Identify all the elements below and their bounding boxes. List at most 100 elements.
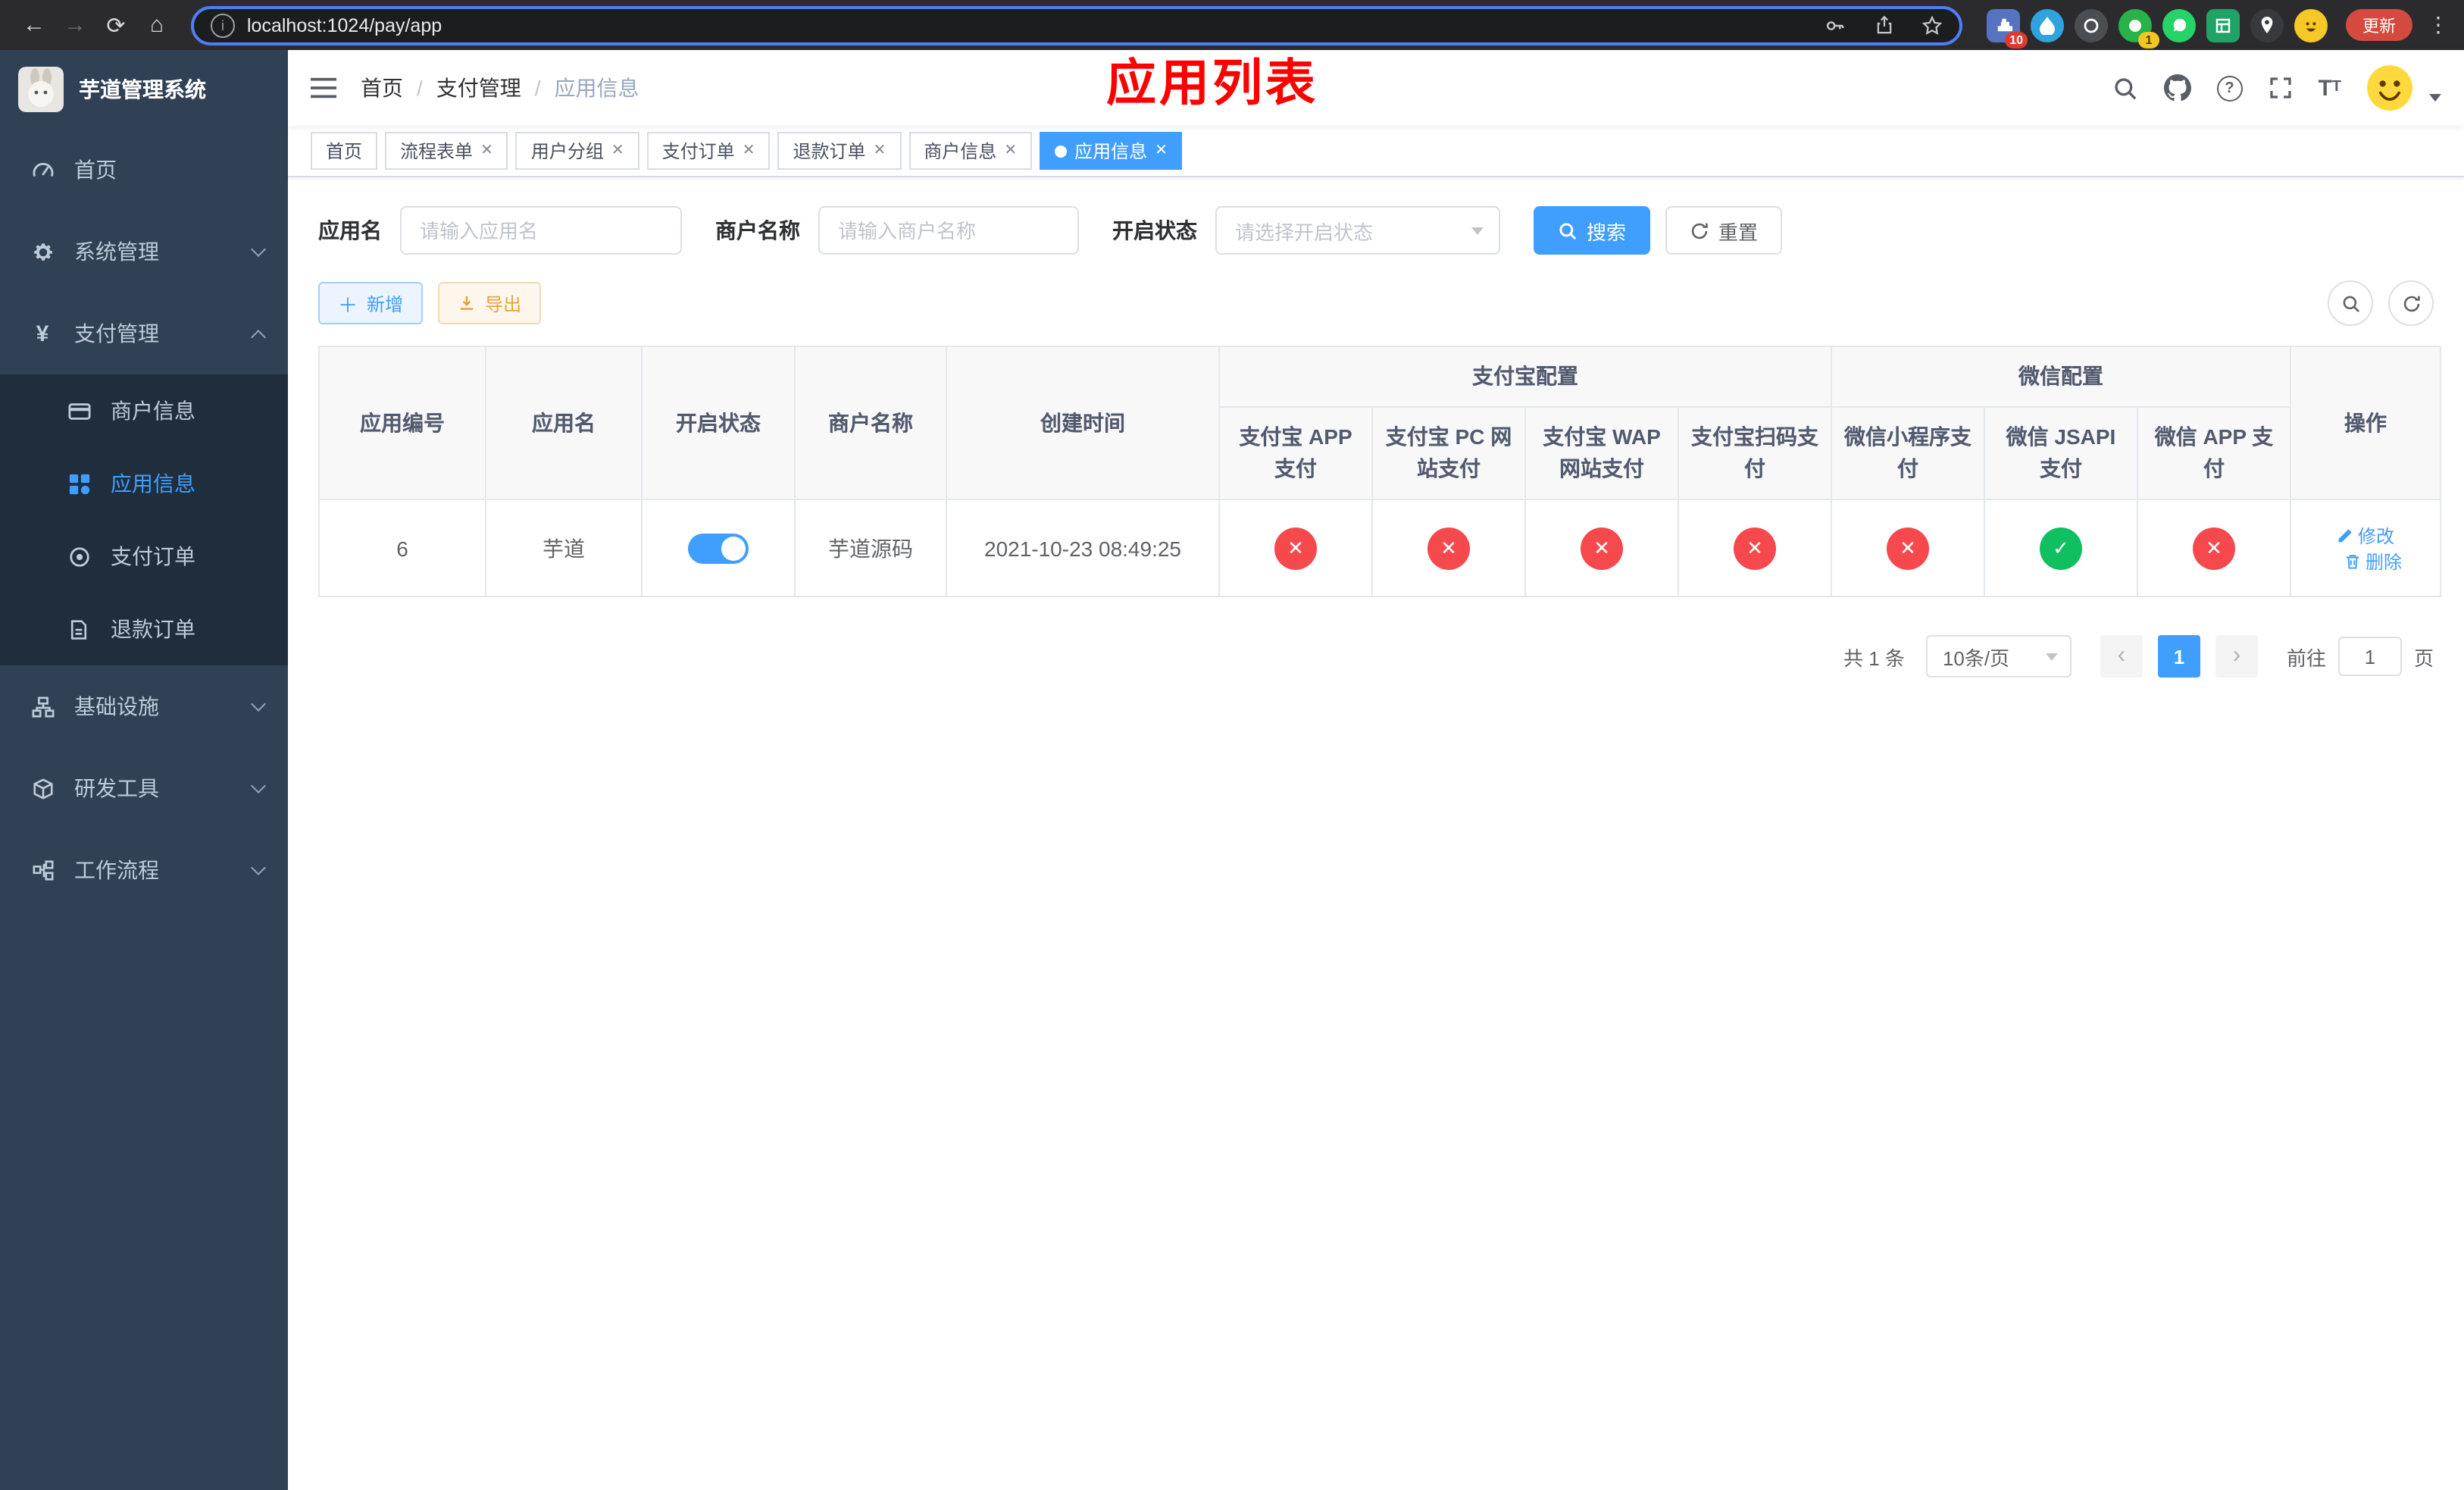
logo-avatar xyxy=(18,67,64,112)
close-icon[interactable]: ✕ xyxy=(743,142,755,159)
chevron-down-icon xyxy=(251,778,266,794)
alipay-wap-status-icon: ✕ xyxy=(1581,527,1623,569)
sidebar-item-dev-tools[interactable]: 研发工具 xyxy=(0,747,288,829)
page-1-button[interactable]: 1 xyxy=(2157,635,2200,678)
close-icon[interactable]: ✕ xyxy=(1155,142,1168,159)
status-label: 开启状态 xyxy=(1112,218,1197,243)
sidebar-item-infra[interactable]: 基础设施 xyxy=(0,665,288,747)
extension-chat-icon[interactable] xyxy=(2162,8,2196,42)
avatar-caret-icon[interactable] xyxy=(2429,94,2441,102)
reload-icon[interactable]: ⟳ xyxy=(97,6,135,44)
github-icon[interactable] xyxy=(2163,74,2191,102)
prev-page-button[interactable]: ‹ xyxy=(2100,635,2143,678)
tab-user-group[interactable]: 用户分组 ✕ xyxy=(515,132,639,170)
extension-sheet-icon[interactable] xyxy=(2206,8,2240,42)
refresh-button[interactable] xyxy=(2388,280,2434,326)
font-size-icon[interactable]: TT xyxy=(2318,77,2341,99)
breadcrumb-current: 应用信息 xyxy=(554,76,639,100)
page-size-select[interactable]: 10条/页 xyxy=(1925,635,2072,678)
browser-toolbar: ← → ⟳ ⌂ i localhost:1024/pay/app 10 1 更新… xyxy=(0,0,2464,50)
close-icon[interactable]: ✕ xyxy=(480,142,493,159)
reset-button[interactable]: 重置 xyxy=(1665,206,1783,255)
tags-view-bar: 首页 流程表单 ✕ 用户分组 ✕ 支付订单 ✕ 退款订单 ✕ 商户信息 ✕ 应用信息 ✕ xyxy=(288,126,2464,177)
user-avatar[interactable] xyxy=(2367,65,2412,111)
status-select[interactable]: 请选择开启状态 xyxy=(1215,206,1500,255)
col-app-id: 应用编号 xyxy=(318,346,486,500)
tab-process-form[interactable]: 流程表单 ✕ xyxy=(385,132,508,170)
gear-icon xyxy=(30,239,55,264)
document-icon xyxy=(67,617,91,641)
password-key-icon[interactable] xyxy=(1817,14,1853,36)
tab-app-info[interactable]: 应用信息 ✕ xyxy=(1040,132,1183,170)
search-button[interactable]: 搜索 xyxy=(1534,206,1651,255)
tab-merchant-info[interactable]: 商户信息 ✕ xyxy=(908,132,1033,170)
bookmark-star-icon[interactable] xyxy=(1914,14,1950,36)
navbar-actions: ? TT xyxy=(2112,65,2441,111)
sidebar-item-home[interactable]: 首页 xyxy=(0,129,288,211)
back-icon[interactable]: ← xyxy=(15,6,53,44)
sidebar-item-pay-order[interactable]: 支付订单 xyxy=(0,520,288,593)
close-icon[interactable]: ✕ xyxy=(1004,142,1017,159)
next-page-button[interactable]: › xyxy=(2215,635,2258,678)
sidebar-item-payment[interactable]: ¥ 支付管理 xyxy=(0,293,288,374)
payment-submenu: 商户信息 应用信息 支付订单 退款订单 xyxy=(0,374,288,665)
col-group-wechat: 微信配置 xyxy=(1830,346,2292,408)
fullscreen-icon[interactable] xyxy=(2268,76,2292,100)
goto-unit: 页 xyxy=(2413,646,2434,669)
forward-icon[interactable]: → xyxy=(56,6,94,44)
tab-pay-order[interactable]: 支付订单 ✕ xyxy=(646,132,771,170)
sidebar-toggle-icon[interactable] xyxy=(311,77,336,99)
alipay-qr-status-icon: ✕ xyxy=(1734,527,1776,569)
breadcrumb-home[interactable]: 首页 xyxy=(361,73,403,103)
home-icon[interactable]: ⌂ xyxy=(138,6,176,44)
sidebar-item-refund-order[interactable]: 退款订单 xyxy=(0,593,288,665)
chevron-up-icon xyxy=(251,329,266,344)
search-icon[interactable] xyxy=(2112,75,2137,101)
extension-dark-icon[interactable] xyxy=(2075,8,2108,42)
sidebar-item-app-info[interactable]: 应用信息 xyxy=(0,447,288,520)
edit-link[interactable]: 修改 xyxy=(2337,522,2394,548)
sidebar-item-merchant-info[interactable]: 商户信息 xyxy=(0,374,288,447)
delete-link[interactable]: 删除 xyxy=(2344,548,2402,574)
extension-face-icon[interactable] xyxy=(2294,8,2328,42)
extension-pin-icon[interactable] xyxy=(2250,8,2284,42)
share-icon[interactable] xyxy=(1865,15,1902,35)
close-icon[interactable]: ✕ xyxy=(874,142,886,159)
close-icon[interactable]: ✕ xyxy=(611,142,624,159)
cell-merchant: 芋道源码 xyxy=(794,499,947,597)
extension-badge: 10 xyxy=(2005,31,2028,48)
tree-icon xyxy=(30,694,55,718)
app-name-input[interactable] xyxy=(400,206,682,255)
browser-menu-icon[interactable]: ⋮ xyxy=(2428,12,2449,38)
extension-green-badged-icon[interactable]: 1 xyxy=(2118,8,2159,48)
breadcrumb-section[interactable]: 支付管理 xyxy=(436,73,521,103)
help-icon[interactable]: ? xyxy=(2216,75,2243,101)
cell-status xyxy=(641,499,796,597)
chevron-down-icon xyxy=(2045,653,2058,660)
goto-page-input[interactable] xyxy=(2337,637,2402,676)
tab-refund-order[interactable]: 退款订单 ✕ xyxy=(777,132,902,170)
status-toggle[interactable] xyxy=(688,533,749,563)
col-alipay-qr: 支付宝扫码支付 xyxy=(1678,406,1832,500)
browser-update-button[interactable]: 更新 xyxy=(2346,9,2412,41)
add-button[interactable]: ＋ 新增 xyxy=(318,282,424,324)
screen: ← → ⟳ ⌂ i localhost:1024/pay/app 10 1 更新… xyxy=(0,0,2464,1490)
chevron-down-icon xyxy=(251,860,266,875)
sidebar-logo[interactable]: 芋道管理系统 xyxy=(0,50,288,129)
sidebar-item-workflow[interactable]: 工作流程 xyxy=(0,829,288,911)
site-info-icon[interactable]: i xyxy=(211,13,235,37)
wx-jsapi-status-icon: ✓ xyxy=(2040,527,2082,569)
extensions-area: 10 1 xyxy=(1987,8,2328,48)
extension-puzzle-icon[interactable]: 10 xyxy=(1987,8,2028,48)
address-bar[interactable]: i localhost:1024/pay/app xyxy=(191,5,1962,45)
tab-home[interactable]: 首页 xyxy=(311,132,378,170)
merchant-name-label: 商户名称 xyxy=(715,218,800,243)
wx-app-status-icon: ✕ xyxy=(2193,527,2235,569)
export-button[interactable]: 导出 xyxy=(438,282,542,324)
sidebar-item-system[interactable]: 系统管理 xyxy=(0,211,288,293)
toggle-search-button[interactable] xyxy=(2328,280,2373,326)
extension-drop-icon[interactable] xyxy=(2031,8,2064,42)
merchant-name-input[interactable] xyxy=(818,206,1079,255)
col-wx-mini: 微信小程序支付 xyxy=(1831,406,1985,500)
url-text[interactable]: localhost:1024/pay/app xyxy=(247,14,1805,36)
